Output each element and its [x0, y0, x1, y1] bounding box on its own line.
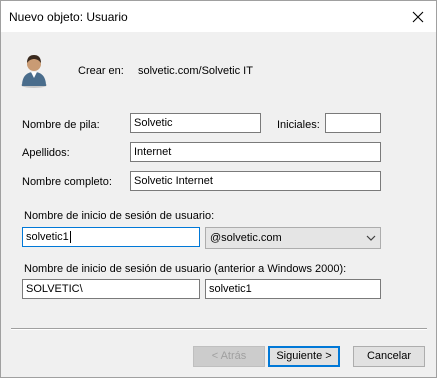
- initials-field[interactable]: [325, 113, 381, 133]
- logon-name-field[interactable]: solvetic1: [22, 227, 200, 247]
- legacy-logon-label: Nombre de inicio de sesión de usuario (a…: [24, 263, 347, 275]
- domain-value: @solvetic.com: [210, 232, 282, 244]
- divider: [11, 328, 427, 330]
- first-name-label: Nombre de pila:: [22, 119, 100, 131]
- logon-label: Nombre de inicio de sesión de usuario:: [24, 210, 215, 222]
- close-button[interactable]: [400, 1, 436, 32]
- dialog-content: Crear en: solvetic.com/Solvetic IT Nombr…: [1, 32, 436, 377]
- window-title: Nuevo objeto: Usuario: [9, 10, 128, 24]
- text-caret: [69, 231, 71, 244]
- user-icon: [21, 55, 47, 88]
- back-button[interactable]: < Atrás: [193, 346, 265, 367]
- cancel-button[interactable]: Cancelar: [353, 346, 425, 367]
- last-name-label: Apellidos:: [22, 147, 70, 159]
- full-name-field[interactable]: Solvetic Internet: [130, 171, 381, 191]
- next-button[interactable]: Siguiente >: [268, 346, 340, 367]
- initials-label: Iniciales:: [277, 119, 320, 131]
- chevron-down-icon: [366, 228, 376, 248]
- logon-name-value: solvetic1: [26, 231, 69, 243]
- dialog-window: Nuevo objeto: Usuario Crear en: solvetic…: [0, 0, 437, 378]
- create-in-path: solvetic.com/Solvetic IT: [138, 65, 253, 77]
- legacy-domain-field[interactable]: SOLVETIC\: [22, 279, 200, 299]
- legacy-logon-field[interactable]: solvetic1: [205, 279, 381, 299]
- create-in-label: Crear en:: [78, 65, 124, 77]
- close-icon: [412, 11, 424, 22]
- last-name-field[interactable]: Internet: [130, 142, 381, 162]
- first-name-field[interactable]: Solvetic: [130, 113, 261, 133]
- full-name-label: Nombre completo:: [22, 176, 112, 188]
- domain-dropdown[interactable]: @solvetic.com: [205, 227, 381, 249]
- title-bar: Nuevo objeto: Usuario: [1, 1, 436, 32]
